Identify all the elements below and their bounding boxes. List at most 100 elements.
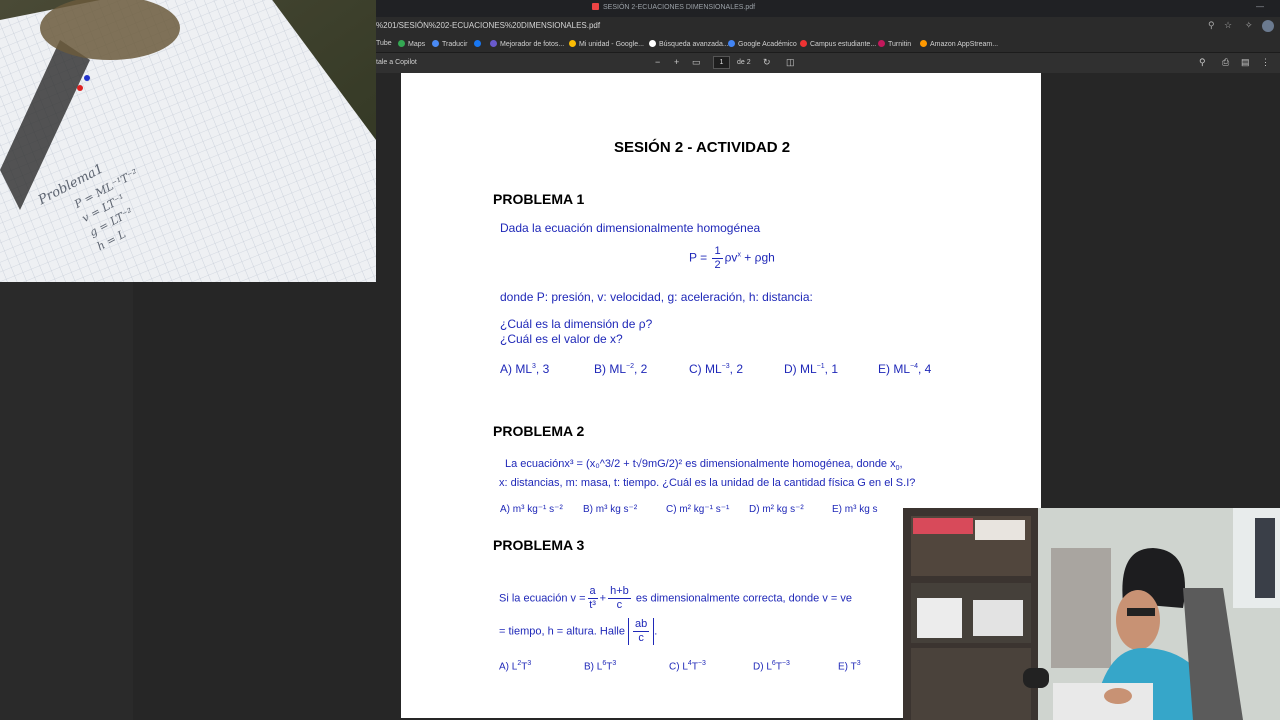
search-icon[interactable]: ⚲: [1199, 57, 1206, 68]
option-exp: −3: [781, 660, 790, 667]
problem-1-option-c: C) ML−3, 2: [689, 362, 743, 376]
bookmark-mejorador[interactable]: Mejorador de fotos...: [490, 40, 564, 48]
campus-icon: [800, 40, 807, 47]
print-icon[interactable]: ⎙: [1222, 57, 1229, 68]
problem-1-question-2: ¿Cuál es el valor de x?: [500, 332, 623, 346]
p2-text: ,: [899, 458, 903, 470]
bookmark-label: Campus estudiante...: [810, 41, 877, 48]
frac-num: h+b: [608, 585, 631, 599]
option-exp: −4: [910, 363, 918, 370]
copilot-button[interactable]: tale a Copilot: [376, 59, 417, 66]
bookmark-label: Tube: [376, 40, 392, 47]
problem-1-where: donde P: presión, v: velocidad, g: acele…: [500, 290, 813, 304]
bookmark-youtube[interactable]: Tube: [376, 40, 392, 47]
bookmark-facebook[interactable]: [474, 40, 484, 48]
eq-rho-v: ρv: [724, 250, 738, 265]
option-text: A) ML: [500, 362, 533, 376]
bookmark-label: Turnitin: [888, 41, 912, 48]
problem-3-line-2: = tiempo, h = altura. Halle ab c.: [499, 618, 657, 645]
bookmark-drive[interactable]: Mi unidad - Google...: [569, 40, 644, 48]
p3-fraction-3: ab c: [633, 618, 650, 645]
bookmark-academico[interactable]: Google Académico: [728, 40, 797, 48]
option-exp: −1: [816, 363, 825, 370]
option-exp: 3: [856, 660, 861, 667]
problem-2-option-e: E) m³ kg s: [832, 504, 878, 515]
maps-icon: [398, 40, 405, 47]
frac-num: ab: [633, 618, 650, 632]
fit-page-icon[interactable]: ▭: [692, 57, 701, 68]
drive-icon: [569, 40, 576, 47]
save-icon[interactable]: ▤: [1241, 57, 1250, 68]
zoom-icon[interactable]: ⚲: [1208, 20, 1215, 31]
problem-3-line-1: Si la ecuación v = a t³ + h+b c es dimensiona…: [499, 585, 852, 612]
p2-text: La ecuación: [505, 458, 565, 470]
extensions-icon[interactable]: ✧: [1245, 20, 1253, 31]
profile-avatar[interactable]: [1262, 20, 1274, 32]
bookmark-label: Amazon AppStream...: [930, 41, 999, 48]
amazon-icon: [920, 40, 927, 47]
zoom-in-icon[interactable]: +: [674, 57, 679, 67]
bookmark-busqueda[interactable]: Búsqueda avanzada...: [649, 40, 729, 48]
url-field[interactable]: %201/SESIÓN%202-ECUACIONES%20DIMENSIONAL…: [376, 21, 600, 30]
p2-equation: x³ = (x₀^3/2 + t√9mG/2)²: [564, 458, 683, 470]
eq-fraction: 12: [712, 245, 723, 272]
problem-2-line-1: La ecuaciónx³ = (x₀^3/2 + t√9mG/2)² es d…: [505, 458, 903, 472]
bookmark-campus[interactable]: Campus estudiante...: [800, 40, 876, 48]
problem-3-option-e: E) T3: [838, 660, 861, 672]
bookmark-label: Google Académico: [738, 41, 797, 48]
problem-2-option-b: B) m³ kg s⁻²: [583, 504, 638, 515]
p3-text: .: [654, 625, 658, 638]
screen: SESIÓN 2-ECUACIONES DIMENSIONALES.pdf — …: [0, 0, 1280, 720]
p3-plus: +: [599, 592, 607, 605]
bookmark-star-icon[interactable]: ☆: [1224, 20, 1232, 31]
turnitin-icon: [878, 40, 885, 47]
option-exp: 3: [612, 660, 617, 667]
browser-tab[interactable]: SESIÓN 2-ECUACIONES DIMENSIONALES.pdf: [592, 3, 755, 11]
eq-tail: + ρgh: [740, 250, 775, 265]
option-exp: −3: [697, 660, 706, 667]
translate-icon: [432, 40, 439, 47]
option-text: D) ML: [784, 362, 817, 376]
option-text: C) ML: [689, 362, 722, 376]
bookmark-maps[interactable]: Maps: [398, 40, 425, 48]
option-text: E) ML: [878, 362, 911, 376]
option-text: B) ML: [594, 362, 627, 376]
webcam-overlay: [903, 508, 1280, 720]
option-text: E) T: [838, 661, 857, 673]
option-exp: −2: [626, 363, 634, 370]
handwriting-camera-feed: Problema1 P = ML⁻¹T⁻² v = LT⁻¹ g = LT⁻² …: [0, 0, 376, 282]
eq-left: P =: [689, 250, 708, 265]
minimize-icon[interactable]: —: [1256, 2, 1264, 11]
problem-3-option-b: B) L6T3: [584, 660, 616, 672]
bookmark-turnitin[interactable]: Turnitin: [878, 40, 911, 48]
bookmark-label: Mi unidad - Google...: [579, 41, 644, 48]
two-page-icon[interactable]: ◫: [786, 57, 795, 68]
bookmark-amazon[interactable]: Amazon AppStream...: [920, 40, 998, 48]
page-total: de 2: [737, 59, 751, 66]
frac-num: a: [587, 585, 598, 599]
bookmark-label: Mejorador de fotos...: [500, 41, 565, 48]
bookmark-traducir[interactable]: Traducir: [432, 40, 467, 48]
p3-text: = tiempo, h = altura. Halle: [499, 625, 625, 638]
option-text: , 3: [535, 362, 550, 376]
document-title: SESIÓN 2 - ACTIVIDAD 2: [614, 139, 791, 156]
problem-1-option-a: A) ML3, 3: [500, 362, 549, 376]
problem-1-intro: Dada la ecuación dimensionalmente homogé…: [500, 221, 761, 235]
page-number-input[interactable]: 1: [713, 56, 730, 69]
problem-3-option-d: D) L6T−3: [753, 660, 790, 672]
rotate-icon[interactable]: ↻: [763, 57, 771, 68]
problem-1-equation: P = 1 2 ρvx + ρgh: [689, 245, 775, 272]
p2-text: es dimensionalmente homogénea, donde x: [682, 458, 896, 470]
zoom-out-icon[interactable]: −: [655, 57, 660, 67]
option-text: , 2: [729, 362, 743, 376]
p3-text: es dimensionalmente correcta, donde v = …: [632, 592, 852, 605]
problem-3-heading: PROBLEMA 3: [493, 537, 585, 553]
problem-3-option-c: C) L4T−3: [669, 660, 706, 672]
problem-1-option-d: D) ML−1, 1: [784, 362, 838, 376]
option-text: B) L: [584, 661, 603, 673]
eq-denominator: 2: [714, 259, 721, 271]
p3-text: Si la ecuación v =: [499, 592, 586, 605]
photo-enhancer-icon: [490, 40, 497, 47]
more-options-icon[interactable]: ⋮: [1261, 57, 1270, 68]
option-exp: 3: [527, 660, 532, 667]
